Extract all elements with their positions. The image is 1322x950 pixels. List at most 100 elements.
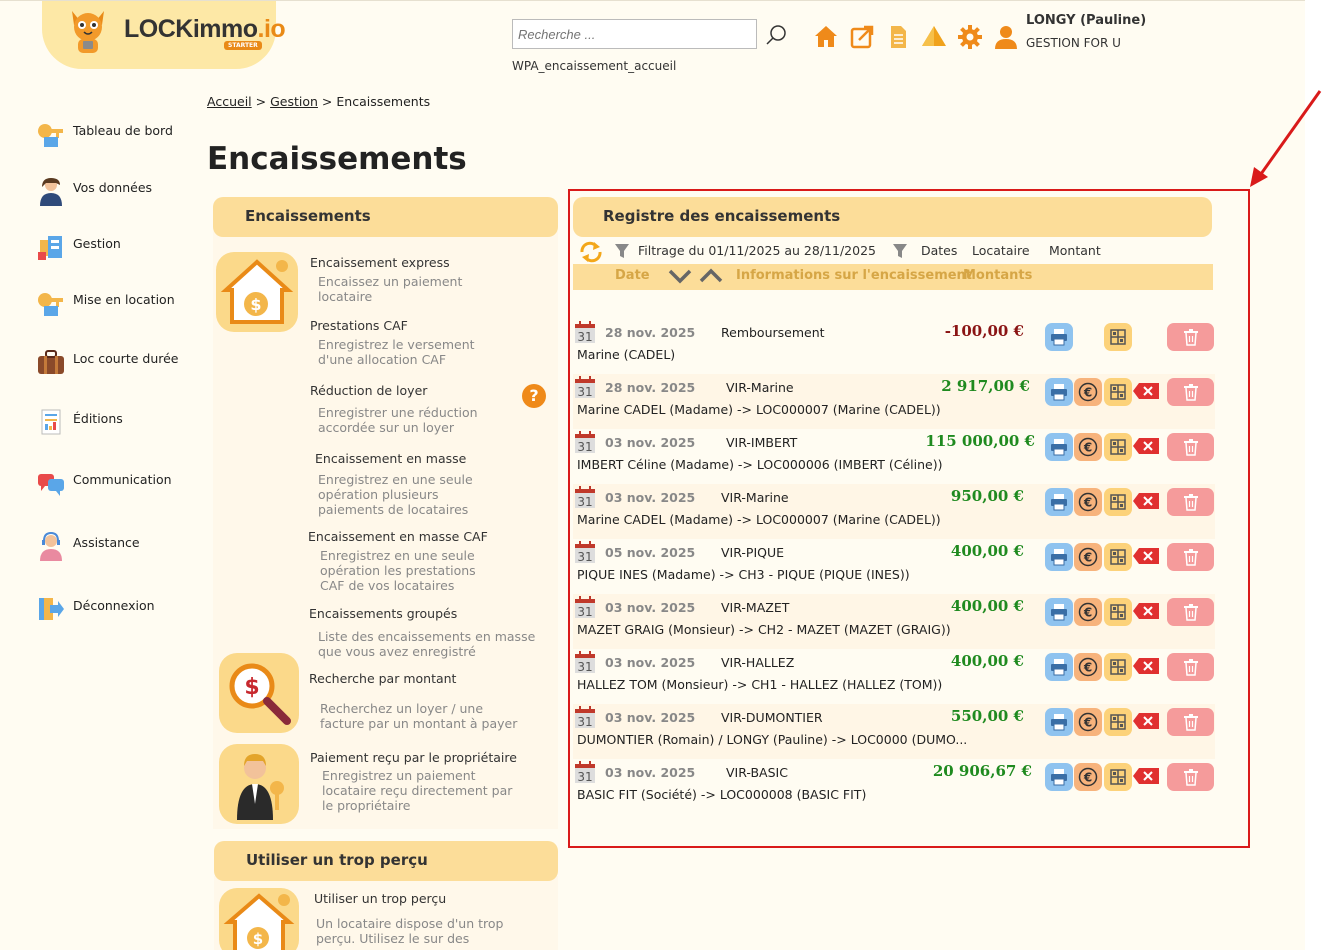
action-encaissement-en-masse-caf[interactable]: Encaissement en masse CAF: [308, 529, 488, 544]
table-row[interactable]: 31 03 nov. 2025 VIR-HALLEZ 400,00 € HALLEZ T…: [573, 649, 1215, 704]
details-grid-button[interactable]: [1104, 488, 1132, 516]
breadcrumb-gestion-link[interactable]: Gestion: [270, 94, 318, 109]
sidebar-item-deconnexion[interactable]: Déconnexion: [36, 594, 201, 628]
action-encaissements-groupes[interactable]: Encaissements groupés: [309, 606, 457, 621]
chat-icon: [38, 474, 64, 496]
delete-button[interactable]: [1167, 378, 1214, 406]
details-grid-button[interactable]: [1104, 598, 1132, 626]
details-grid-button[interactable]: [1104, 323, 1132, 351]
sidebar-item-tableau-de-bord[interactable]: Tableau de bord: [36, 119, 201, 153]
cancel-button[interactable]: [1133, 658, 1159, 674]
filter-tenant-option[interactable]: Locataire: [972, 243, 1030, 258]
document-icon[interactable]: [884, 23, 912, 51]
details-grid-button[interactable]: [1104, 378, 1132, 406]
cancel-button[interactable]: [1133, 768, 1159, 784]
printer-icon: [1051, 439, 1067, 456]
cancel-button[interactable]: [1133, 713, 1159, 729]
euro-button[interactable]: €: [1074, 598, 1102, 626]
row-label: VIR-DUMONTIER: [721, 710, 823, 725]
print-button[interactable]: [1045, 543, 1073, 571]
cancel-button[interactable]: [1133, 493, 1159, 509]
filter-amount-option[interactable]: Montant: [1049, 243, 1101, 258]
user-icon[interactable]: [992, 23, 1020, 51]
table-row[interactable]: 31 03 nov. 2025 VIR-BASIC 20 906,67 € BASIC …: [573, 759, 1215, 814]
external-link-icon[interactable]: [848, 23, 876, 51]
breadcrumb-home-link[interactable]: Accueil: [207, 94, 252, 109]
details-grid-button[interactable]: [1104, 433, 1132, 461]
svg-text:31: 31: [577, 495, 592, 508]
sidebar-item-gestion[interactable]: Gestion: [36, 232, 201, 266]
table-row[interactable]: 31 03 nov. 2025 VIR-IMBERT 115 000,00 € IMBE…: [573, 429, 1215, 484]
table-row[interactable]: 31 28 nov. 2025 Remboursement -100,00 € Mari…: [573, 319, 1215, 374]
search-icon[interactable]: [764, 23, 788, 47]
table-row[interactable]: 31 03 nov. 2025 VIR-MAZET 400,00 € MAZET GRA…: [573, 594, 1215, 649]
delete-button[interactable]: [1167, 543, 1214, 571]
sidebar-item-vos-donnees[interactable]: Vos données: [36, 176, 201, 210]
sidebar-item-editions[interactable]: Éditions: [36, 407, 201, 441]
user-name[interactable]: LONGY (Pauline): [1026, 13, 1146, 28]
gear-icon[interactable]: [956, 23, 984, 51]
column-date[interactable]: Date: [615, 268, 650, 283]
euro-button[interactable]: €: [1074, 543, 1102, 571]
delete-button[interactable]: [1167, 653, 1214, 681]
table-row[interactable]: 31 05 nov. 2025 VIR-PIQUE 400,00 € PIQUE INE…: [573, 539, 1215, 594]
action-encaissement-en-masse[interactable]: Encaissement en masse: [315, 451, 466, 466]
euro-button[interactable]: €: [1074, 488, 1102, 516]
details-grid-button[interactable]: [1104, 653, 1132, 681]
home-icon[interactable]: [812, 23, 840, 51]
euro-button[interactable]: €: [1074, 433, 1102, 461]
table-row[interactable]: 31 03 nov. 2025 VIR-DUMONTIER 550,00 € DUMON…: [573, 704, 1215, 759]
delete-button[interactable]: [1167, 708, 1214, 736]
top-toolbar: [812, 23, 1020, 51]
sidebar-item-communication[interactable]: Communication: [36, 468, 201, 502]
sort-up-icon[interactable]: [698, 267, 724, 285]
sort-down-icon[interactable]: [667, 267, 693, 285]
action-paiement-recu-proprietaire[interactable]: Paiement reçu par le propriétaire: [310, 750, 517, 765]
sidebar-item-loc-courte-duree[interactable]: Loc courte durée: [36, 347, 201, 381]
action-recherche-par-montant[interactable]: Recherche par montant: [309, 671, 456, 686]
warning-icon[interactable]: [920, 23, 948, 51]
filter-dates-option[interactable]: Dates: [921, 243, 957, 258]
delete-button[interactable]: [1167, 433, 1214, 461]
print-button[interactable]: [1045, 323, 1073, 351]
action-prestations-caf[interactable]: Prestations CAF: [310, 318, 408, 333]
sidebar-item-assistance[interactable]: Assistance: [36, 531, 201, 565]
action-encaissement-express[interactable]: Encaissement express: [310, 255, 450, 270]
delete-button[interactable]: [1167, 763, 1214, 791]
filter-icon[interactable]: [892, 243, 908, 259]
euro-button[interactable]: €: [1074, 763, 1102, 791]
table-row[interactable]: 31 28 nov. 2025 VIR-Marine 2 917,00 € Marine…: [573, 374, 1215, 429]
action-utiliser-trop-percu[interactable]: Utiliser un trop perçu: [314, 891, 446, 906]
filter-icon[interactable]: [614, 243, 630, 259]
delete-button[interactable]: [1167, 488, 1214, 516]
delete-button[interactable]: [1167, 323, 1214, 351]
details-grid-button[interactable]: [1104, 708, 1132, 736]
action-reduction-de-loyer[interactable]: Réduction de loyer: [310, 383, 427, 398]
print-button[interactable]: [1045, 378, 1073, 406]
euro-button[interactable]: €: [1074, 378, 1102, 406]
print-button[interactable]: [1045, 598, 1073, 626]
delete-button[interactable]: [1167, 598, 1214, 626]
cancel-button[interactable]: [1133, 548, 1159, 564]
print-button[interactable]: [1045, 433, 1073, 461]
table-row[interactable]: 31 03 nov. 2025 VIR-Marine 950,00 € Marine C…: [573, 484, 1215, 539]
sidebar-item-mise-en-location[interactable]: Mise en location: [36, 288, 201, 322]
print-button[interactable]: [1045, 488, 1073, 516]
print-button[interactable]: [1045, 763, 1073, 791]
cancel-button[interactable]: [1133, 383, 1159, 399]
search-input[interactable]: [512, 19, 757, 49]
euro-button[interactable]: €: [1074, 708, 1102, 736]
cancel-button[interactable]: [1133, 438, 1159, 454]
details-grid-button[interactable]: [1104, 763, 1132, 791]
cancel-button[interactable]: [1133, 603, 1159, 619]
details-grid-button[interactable]: [1104, 543, 1132, 571]
row-label: Remboursement: [721, 325, 825, 340]
print-button[interactable]: [1045, 708, 1073, 736]
printer-icon: [1051, 494, 1067, 511]
trash-icon: [1183, 329, 1198, 346]
help-icon[interactable]: ?: [522, 384, 546, 408]
app-logo[interactable]: LOCKimmo.io STARTER: [42, 1, 286, 69]
refresh-icon[interactable]: [578, 241, 604, 263]
print-button[interactable]: [1045, 653, 1073, 681]
euro-button[interactable]: €: [1074, 653, 1102, 681]
